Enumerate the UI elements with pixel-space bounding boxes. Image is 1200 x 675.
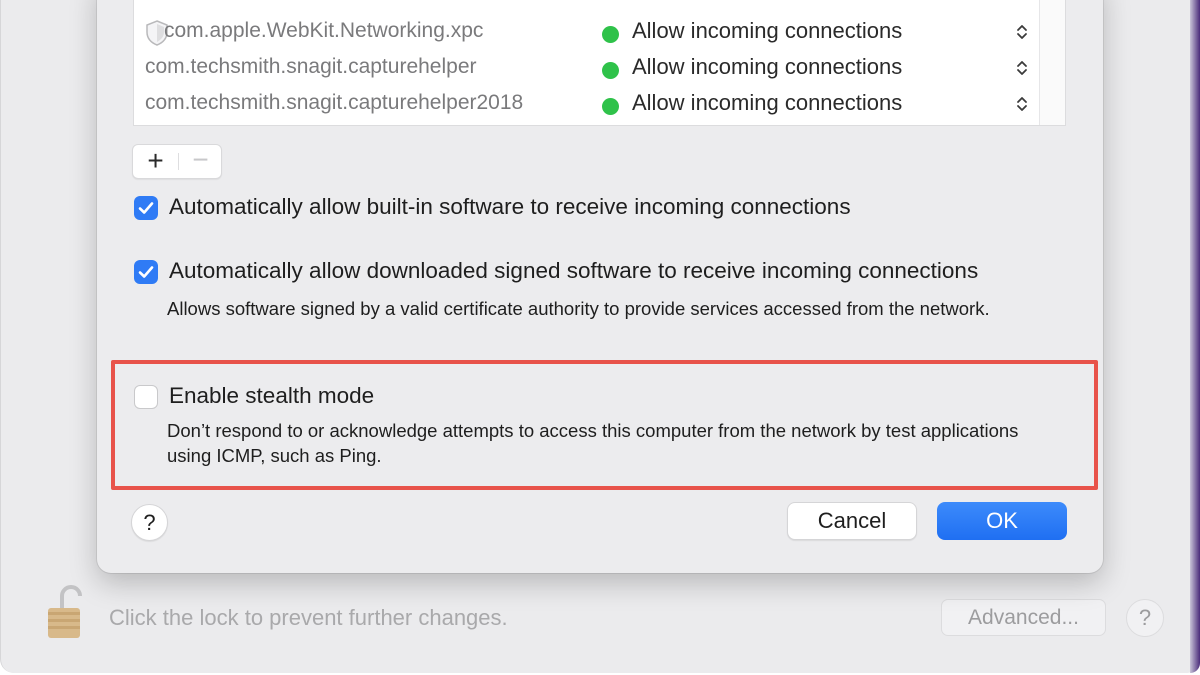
chevron-updown-icon[interactable] — [1016, 94, 1028, 114]
builtin-software-checkbox[interactable] — [134, 196, 158, 220]
status-dot-icon — [602, 26, 619, 43]
connection-status-select[interactable]: Allow incoming connections — [632, 18, 902, 44]
app-list-row[interactable]: com.techsmith.snagit.capturehelper Allow … — [134, 51, 1039, 87]
app-name: com.techsmith.snagit.capturehelper2018 — [145, 91, 524, 114]
help-button[interactable]: ? — [131, 504, 168, 541]
builtin-software-label[interactable]: Automatically allow built-in software to… — [169, 194, 851, 220]
unlocked-padlock-icon[interactable] — [46, 582, 82, 638]
app-list[interactable]: cn.microdone.OFEditBlock incoming connec… — [133, 0, 1066, 126]
add-remove-control: + − — [132, 144, 222, 179]
stealth-mode-label[interactable]: Enable stealth mode — [169, 383, 374, 409]
chevron-updown-icon[interactable] — [1016, 58, 1028, 78]
connection-status-select[interactable]: Allow incoming connections — [632, 90, 902, 116]
stealth-mode-description: Don’t respond to or acknowledge attempts… — [167, 420, 1019, 466]
app-list-row[interactable]: com.techsmith.snagit.capturehelper2018 Al… — [134, 87, 1039, 123]
chevron-updown-icon[interactable] — [1016, 22, 1028, 42]
app-list-scrollbar[interactable] — [1039, 0, 1065, 125]
signed-software-description: Allows software signed by a valid certif… — [167, 298, 990, 319]
connection-status-select[interactable]: Allow incoming connections — [632, 54, 902, 80]
add-app-button[interactable]: + — [133, 145, 178, 178]
app-list-row[interactable]: com.apple.WebKit.Networking.xpc Allow inc… — [134, 15, 1039, 51]
checkmark-icon — [138, 266, 154, 278]
firewall-options-sheet: cn.microdone.OFEditBlock incoming connec… — [97, 0, 1103, 573]
lock-status-text: Click the lock to prevent further change… — [109, 605, 508, 630]
checkmark-icon — [138, 202, 154, 214]
signed-software-label[interactable]: Automatically allow downloaded signed so… — [169, 258, 978, 284]
desktop-edge — [1190, 0, 1200, 673]
stealth-mode-checkbox[interactable] — [134, 385, 158, 409]
status-dot-icon — [602, 62, 619, 79]
app-name: com.apple.WebKit.Networking.xpc — [164, 19, 484, 42]
signed-software-checkbox[interactable] — [134, 260, 158, 284]
remove-app-button[interactable]: − — [179, 145, 222, 178]
advanced-button[interactable]: Advanced... — [941, 599, 1106, 636]
app-name: com.techsmith.snagit.capturehelper — [145, 55, 477, 78]
cancel-button[interactable]: Cancel — [787, 502, 917, 540]
status-dot-icon — [602, 98, 619, 115]
background-help-button[interactable]: ? — [1126, 599, 1164, 637]
ok-button[interactable]: OK — [937, 502, 1067, 540]
